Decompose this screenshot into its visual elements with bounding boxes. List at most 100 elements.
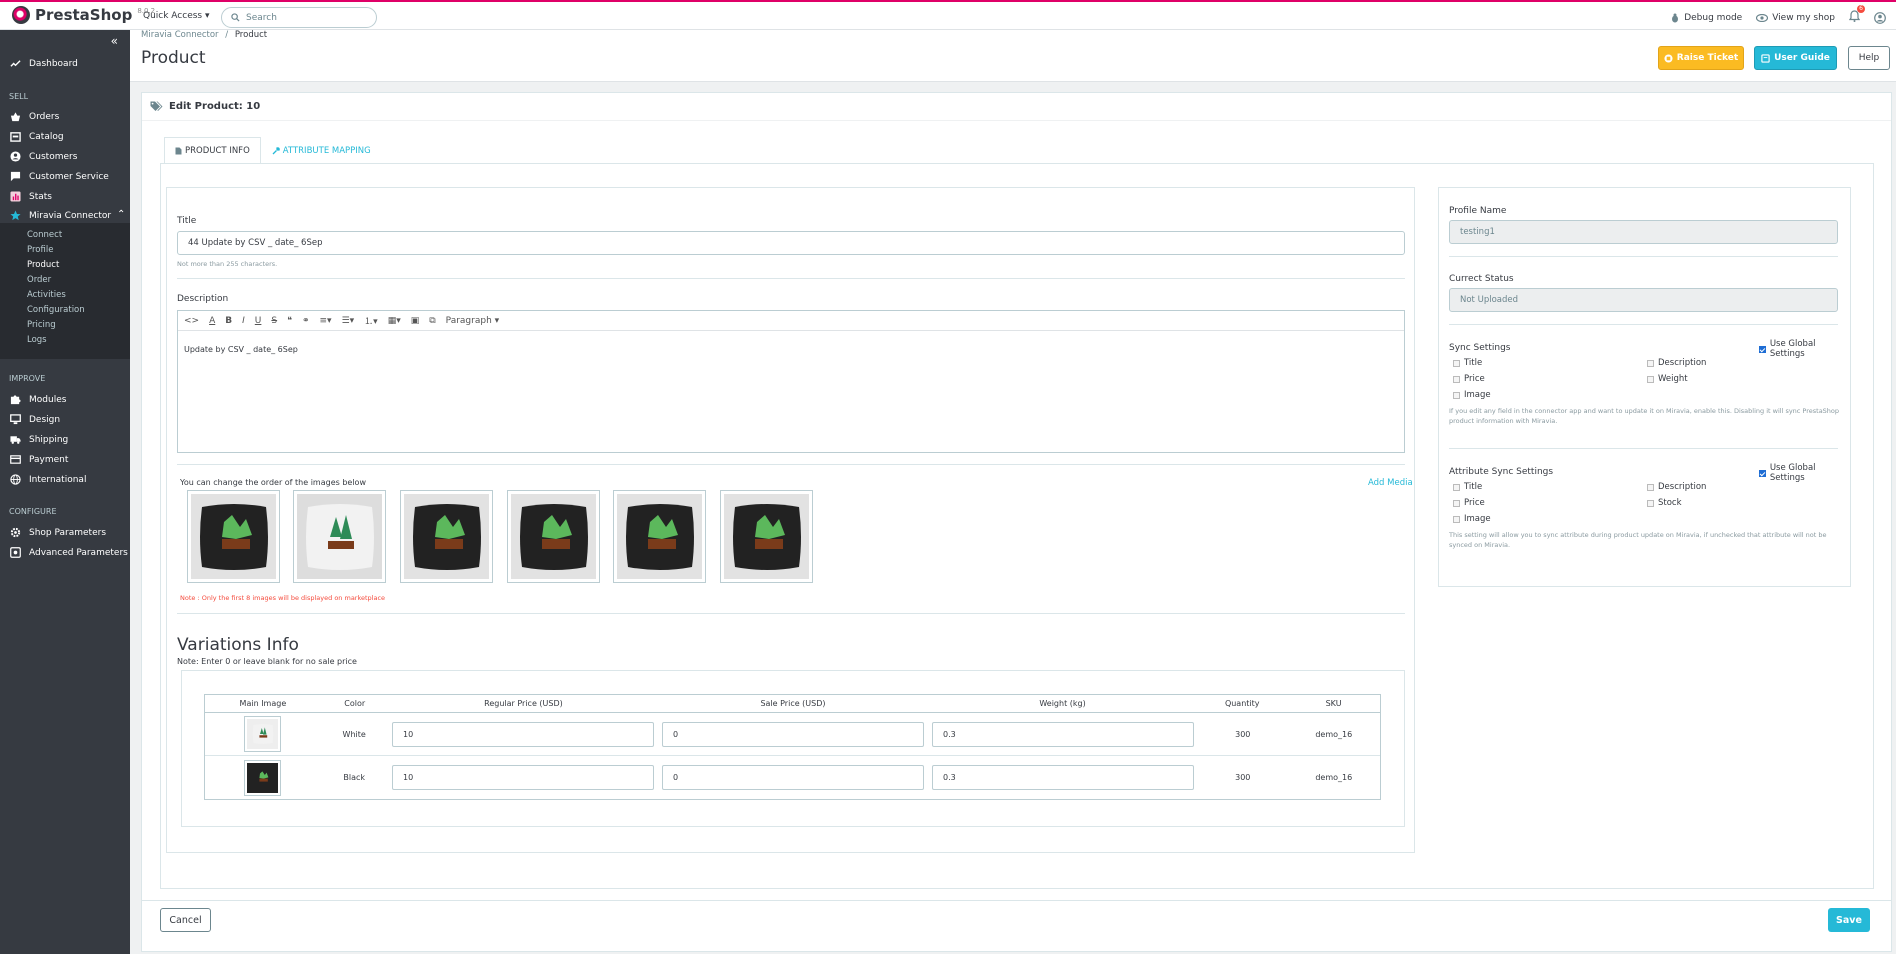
product-image-thumb[interactable] xyxy=(293,490,386,583)
sidebar-item-advanced-parameters[interactable]: Advanced Parameters xyxy=(10,547,128,558)
sidebar-section-sell: SELL xyxy=(9,92,29,101)
product-image-thumb[interactable] xyxy=(400,490,493,583)
bullet-list-icon[interactable]: ☰▾ xyxy=(342,316,355,326)
code-icon[interactable]: <> xyxy=(184,316,199,326)
checkbox-label: Image xyxy=(1464,390,1491,400)
submenu-item-activities[interactable]: Activities xyxy=(27,290,66,300)
product-image-thumb[interactable] xyxy=(507,490,600,583)
sidebar-label: Miravia Connector xyxy=(29,210,112,221)
user-guide-button[interactable]: User Guide xyxy=(1754,46,1837,70)
help-button[interactable]: Help xyxy=(1848,46,1890,70)
link-icon[interactable]: ⚭ xyxy=(302,316,310,326)
product-image-thumb[interactable] xyxy=(187,490,280,583)
sidebar-item-catalog[interactable]: Catalog xyxy=(10,131,64,142)
breadcrumb-parent[interactable]: Miravia Connector xyxy=(141,30,219,40)
description-content[interactable]: Update by CSV _ date_ 6Sep xyxy=(178,331,1404,368)
checkbox-label: Use Global Settings xyxy=(1769,339,1816,359)
table-icon[interactable]: ▦▾ xyxy=(388,316,401,326)
bold-icon[interactable]: B xyxy=(225,316,232,326)
sidebar-item-shipping[interactable]: Shipping xyxy=(10,434,68,445)
text-color-icon[interactable]: A xyxy=(209,316,215,326)
sidebar-label: Customer Service xyxy=(29,171,109,182)
submenu-item-configuration[interactable]: Configuration xyxy=(27,305,85,315)
notifications-button[interactable]: 6 xyxy=(1848,5,1865,25)
description-editor[interactable]: <> A B I U S ❝ ⚭ ≡▾ ☰▾ ⒈▾ ▦▾ ▣ ⧉ Paragra… xyxy=(177,310,1405,453)
view-shop-link[interactable]: View my shop xyxy=(1756,13,1835,23)
image-icon[interactable]: ▣ xyxy=(411,316,420,326)
attr-description-checkbox[interactable]: Description xyxy=(1647,482,1706,492)
submenu-item-product[interactable]: Product xyxy=(27,260,59,270)
sidebar-item-modules[interactable]: Modules xyxy=(10,394,66,405)
variation-image[interactable] xyxy=(244,716,282,752)
sidebar-item-orders[interactable]: Orders xyxy=(10,111,59,122)
variation-image[interactable] xyxy=(244,759,282,796)
sidebar-item-design[interactable]: Design xyxy=(10,414,60,425)
chevron-up-icon[interactable]: ⌃ xyxy=(117,209,125,220)
prestashop-logo[interactable]: PrestaShop 8.0.2 xyxy=(12,6,155,24)
sale-price-input[interactable]: 0 xyxy=(662,765,924,790)
sidebar-item-customer-service[interactable]: Customer Service xyxy=(10,171,109,182)
sidebar-label: Design xyxy=(29,414,61,425)
sale-price-input[interactable]: 0 xyxy=(662,721,924,747)
sidebar-item-customers[interactable]: Customers xyxy=(10,151,77,162)
sidebar-item-stats[interactable]: Stats xyxy=(10,191,52,202)
wrench-icon xyxy=(272,146,280,154)
sync-weight-checkbox[interactable]: Weight xyxy=(1647,374,1688,384)
sidebar-item-international[interactable]: International xyxy=(10,474,86,485)
variations-title: Variations Info xyxy=(177,635,299,655)
ticket-icon xyxy=(1664,53,1673,63)
tab-attribute-mapping[interactable]: ATTRIBUTE MAPPING xyxy=(261,137,382,164)
use-global-attribute-checkbox[interactable]: Use Global Settings xyxy=(1759,463,1850,483)
file-icon xyxy=(175,147,182,154)
sync-price-checkbox[interactable]: Price xyxy=(1453,374,1485,384)
submenu-item-profile[interactable]: Profile xyxy=(27,245,53,255)
numbered-list-icon[interactable]: ⒈▾ xyxy=(364,314,378,327)
attr-title-checkbox[interactable]: Title xyxy=(1453,482,1482,492)
sync-image-checkbox[interactable]: Image xyxy=(1453,390,1491,400)
search-input[interactable]: Search xyxy=(221,7,377,28)
add-media-link[interactable]: Add Media xyxy=(1368,478,1413,488)
product-image-thumb[interactable] xyxy=(720,490,813,583)
use-global-sync-checkbox[interactable]: Use Global Settings xyxy=(1759,339,1850,359)
strikethrough-icon[interactable]: S xyxy=(271,316,277,326)
sidebar-item-dashboard[interactable]: Dashboard xyxy=(10,58,78,69)
divider xyxy=(1449,256,1838,257)
weight-input[interactable]: 0.3 xyxy=(932,721,1194,747)
submenu-item-pricing[interactable]: Pricing xyxy=(27,320,56,330)
product-image-thumb[interactable] xyxy=(613,490,706,583)
quick-access-dropdown[interactable]: Quick Access ▾ xyxy=(143,11,210,21)
regular-price-input[interactable]: 10 xyxy=(392,721,654,747)
paragraph-format-select[interactable]: Paragraph ▾ xyxy=(446,316,500,326)
submenu-item-connect[interactable]: Connect xyxy=(27,230,62,240)
current-status-label: Currect Status xyxy=(1449,274,1514,284)
save-button[interactable]: Save xyxy=(1828,908,1870,932)
media-icon[interactable]: ⧉ xyxy=(429,316,435,326)
cancel-button[interactable]: Cancel xyxy=(160,908,211,932)
underline-icon[interactable]: U xyxy=(255,316,262,326)
checkbox-label: Image xyxy=(1464,514,1491,524)
page-header xyxy=(130,30,1896,82)
attr-price-checkbox[interactable]: Price xyxy=(1453,498,1485,508)
raise-ticket-button[interactable]: Raise Ticket xyxy=(1658,46,1744,70)
collapse-sidebar-icon[interactable]: « xyxy=(111,34,118,48)
top-bar: PrestaShop 8.0.2 Quick Access ▾ Search D… xyxy=(0,0,1896,30)
title-input[interactable]: 44 Update by CSV _ date_ 6Sep xyxy=(177,231,1405,255)
quote-icon[interactable]: ❝ xyxy=(287,316,292,326)
attr-image-checkbox[interactable]: Image xyxy=(1453,514,1491,524)
sidebar-item-shop-parameters[interactable]: Shop Parameters xyxy=(10,527,106,538)
sync-description-checkbox[interactable]: Description xyxy=(1647,358,1706,368)
debug-mode-link[interactable]: Debug mode xyxy=(1670,13,1742,23)
tab-product-info[interactable]: PRODUCT INFO xyxy=(164,137,261,164)
attr-stock-checkbox[interactable]: Stock xyxy=(1647,498,1682,508)
sidebar-item-payment[interactable]: Payment xyxy=(10,454,68,465)
submenu-item-order[interactable]: Order xyxy=(27,275,51,285)
align-icon[interactable]: ≡▾ xyxy=(320,316,332,326)
submenu-item-logs[interactable]: Logs xyxy=(27,335,47,345)
sync-title-checkbox[interactable]: Title xyxy=(1453,358,1482,368)
profile-name-field: testing1 xyxy=(1449,220,1838,244)
weight-input[interactable]: 0.3 xyxy=(932,765,1194,790)
user-account-icon[interactable] xyxy=(1874,11,1886,24)
regular-price-input[interactable]: 10 xyxy=(392,765,654,790)
italic-icon[interactable]: I xyxy=(242,316,245,326)
sidebar-item-miravia-connector[interactable]: Miravia Connector xyxy=(10,210,111,221)
